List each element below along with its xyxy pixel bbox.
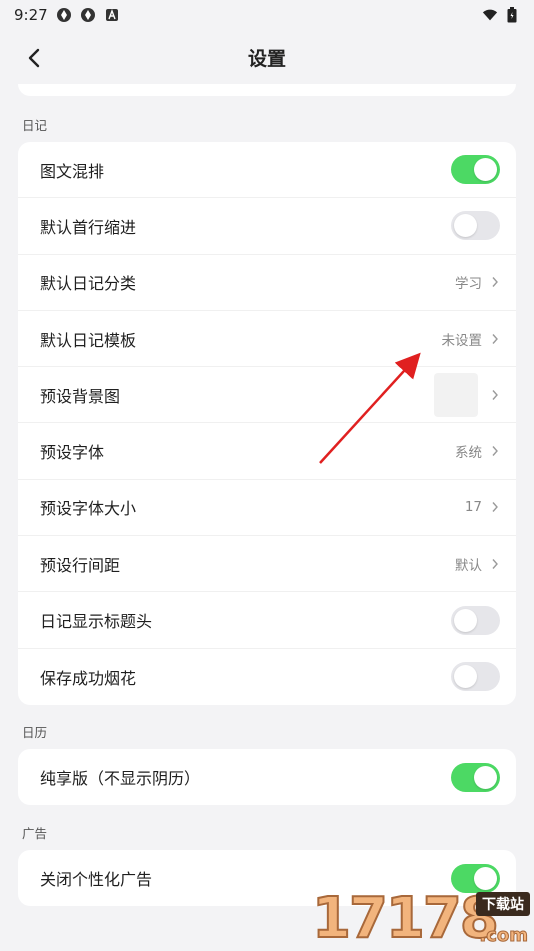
row-line-spacing[interactable]: 预设行间距 默认 — [18, 536, 516, 593]
chevron-right-icon — [490, 332, 500, 346]
row-label: 默认日记分类 — [40, 274, 137, 294]
row-label: 预设字体大小 — [40, 499, 137, 519]
row-save-fireworks[interactable]: 保存成功烟花 — [18, 649, 516, 705]
row-label: 默认日记模板 — [40, 330, 137, 350]
row-value: 默认 — [455, 557, 482, 574]
previous-card-bottom — [18, 84, 516, 96]
app-notification-icon — [56, 7, 72, 23]
row-label: 预设行间距 — [40, 555, 121, 575]
row-label: 纯享版（不显示阴历） — [40, 769, 201, 789]
row-background-image[interactable]: 预设背景图 — [18, 367, 516, 424]
chevron-right-icon — [490, 275, 500, 289]
row-value: 学习 — [455, 276, 482, 293]
section-label-ads: 广告 — [22, 826, 48, 841]
background-image-thumbnail — [434, 372, 478, 417]
row-show-title-header[interactable]: 日记显示标题头 — [18, 592, 516, 649]
toggle-save-fireworks[interactable] — [451, 662, 500, 692]
diary-settings-card: 图文混排 默认首行缩进 默认日记分类 学习 默认日记模板 未设置 预设背景图 预… — [18, 142, 516, 705]
row-pure-version[interactable]: 纯享版（不显示阴历） — [18, 749, 516, 805]
watermark-tag: 下载站 — [476, 892, 530, 916]
page-title: 设置 — [247, 47, 286, 70]
row-font-size[interactable]: 预设字体大小 17 — [18, 480, 516, 537]
row-label: 图文混排 — [40, 161, 105, 181]
watermark-domain: .com — [479, 925, 529, 947]
watermark-logo: 17178 下载站 .com — [311, 886, 534, 951]
wifi-icon — [482, 7, 498, 23]
row-label: 默认首行缩进 — [40, 217, 137, 237]
calendar-settings-card: 纯享版（不显示阴历） — [18, 749, 516, 806]
watermark-digits: 17178 — [311, 886, 500, 951]
row-label: 日记显示标题头 — [40, 612, 153, 632]
back-button[interactable] — [18, 42, 50, 74]
row-default-template[interactable]: 默认日记模板 未设置 — [18, 311, 516, 368]
toggle-default-indent[interactable] — [451, 211, 500, 241]
toggle-pure-version[interactable] — [451, 762, 500, 792]
section-label-diary: 日记 — [22, 118, 48, 133]
font-notification-icon — [104, 7, 120, 23]
status-bar: 9:27 — [0, 0, 534, 30]
app-notification-icon-2 — [80, 7, 96, 23]
row-default-category[interactable]: 默认日记分类 学习 — [18, 255, 516, 311]
row-value: 17 — [464, 499, 482, 516]
row-label: 预设字体 — [40, 443, 105, 463]
row-value: 系统 — [455, 445, 482, 462]
chevron-right-icon — [490, 444, 500, 458]
row-label: 预设背景图 — [40, 386, 121, 406]
header: 设置 — [0, 30, 534, 84]
toggle-show-title-header[interactable] — [451, 605, 500, 635]
chevron-right-icon — [490, 500, 500, 514]
battery-icon — [504, 7, 520, 23]
row-image-text-layout[interactable]: 图文混排 — [18, 142, 516, 199]
toggle-image-text-layout[interactable] — [451, 155, 500, 185]
row-default-indent[interactable]: 默认首行缩进 — [18, 198, 516, 255]
row-font[interactable]: 预设字体 系统 — [18, 423, 516, 480]
status-time: 9:27 — [14, 6, 48, 24]
chevron-right-icon — [490, 388, 500, 402]
row-value: 未设置 — [441, 332, 483, 349]
row-label: 保存成功烟花 — [40, 668, 137, 688]
section-label-calendar: 日历 — [22, 725, 48, 740]
chevron-left-icon — [28, 48, 40, 68]
chevron-right-icon — [490, 557, 500, 571]
